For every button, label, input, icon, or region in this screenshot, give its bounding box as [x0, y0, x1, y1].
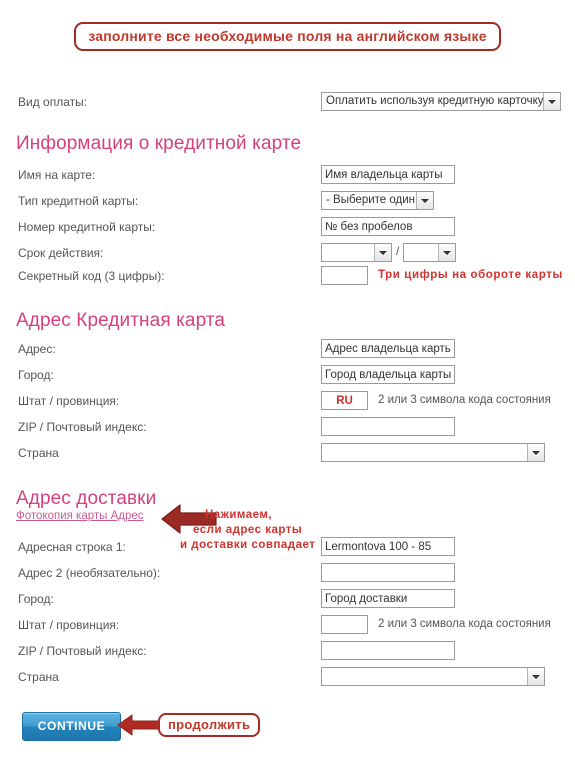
continue-left-arrow-icon	[116, 711, 162, 739]
billing-country-select-wrapper	[321, 443, 545, 462]
card-cvv-row: Секретный код (3 цифры): Три цифры на об…	[0, 266, 575, 292]
shipping-state-label: Штат / провинция:	[18, 618, 120, 632]
chevron-down-icon	[543, 93, 560, 110]
shipping-state-input[interactable]	[321, 615, 368, 634]
card-type-row: Тип кредитной карты: - Выберите один -	[0, 191, 575, 217]
billing-state-row: Штат / провинция: 2 или 3 символа кода с…	[0, 391, 575, 417]
shipping-state-hint: 2 или 3 символа кода состояния	[378, 618, 551, 630]
shipping-city-label: Город:	[18, 592, 54, 606]
shipping-country-label: Страна	[18, 670, 59, 684]
shipping-city-input-wrapper	[321, 589, 455, 608]
language-notice-banner: заполните все необходимые поля на англий…	[0, 22, 575, 51]
billing-country-label: Страна	[18, 446, 59, 460]
shipping-city-input[interactable]	[321, 589, 455, 608]
billing-zip-input[interactable]	[321, 417, 455, 436]
shipping-state-row: Штат / провинция: 2 или 3 символа кода с…	[0, 615, 575, 641]
billing-zip-input-wrapper	[321, 417, 455, 436]
shipping-zip-input[interactable]	[321, 641, 455, 660]
card-expiry-label: Срок действия:	[18, 246, 104, 260]
copy-address-annotation-line1: Нажимаем,	[205, 509, 273, 521]
copy-card-address-link[interactable]: Фотокопия карты Адрес	[16, 510, 144, 522]
billing-zip-row: ZIP / Почтовый индекс:	[0, 417, 575, 443]
card-number-row: Номер кредитной карты:	[0, 217, 575, 243]
continue-annotation: продолжить	[158, 713, 261, 737]
card-cvv-input-wrapper	[321, 266, 368, 285]
card-type-label: Тип кредитной карты:	[18, 194, 139, 208]
billing-address-heading: Адрес Кредитная карта	[16, 310, 226, 331]
shipping-address-heading: Адрес доставки	[16, 488, 157, 509]
copy-address-annotation-line2: если адрес карты	[193, 524, 303, 536]
card-number-input[interactable]	[321, 217, 455, 236]
card-type-select-value: - Выберите один -	[326, 194, 423, 206]
shipping-country-select-wrapper	[321, 667, 545, 686]
card-cvv-hint: Три цифры на обороте карты	[378, 269, 563, 281]
card-name-row: Имя на карте:	[0, 165, 575, 191]
card-expiry-month-select-wrapper	[321, 243, 392, 262]
billing-address-input[interactable]	[321, 339, 455, 358]
shipping-zip-label: ZIP / Почтовый индекс:	[18, 644, 147, 658]
chevron-down-icon	[438, 244, 455, 261]
billing-city-input[interactable]	[321, 365, 455, 384]
shipping-address2-input[interactable]	[321, 563, 455, 582]
payment-type-select[interactable]: Оплатить используя кредитную карточку	[321, 92, 561, 111]
billing-address-row: Адрес:	[0, 339, 575, 365]
language-notice-text: заполните все необходимые поля на англий…	[74, 22, 501, 51]
payment-type-label: Вид оплаты:	[18, 95, 88, 109]
payment-type-select-value: Оплатить используя кредитную карточку	[326, 95, 544, 107]
card-name-input[interactable]	[321, 165, 455, 184]
card-expiry-year-select[interactable]	[403, 243, 456, 262]
card-number-input-wrapper	[321, 217, 455, 236]
billing-address-input-wrapper	[321, 339, 455, 358]
chevron-down-icon	[527, 668, 544, 685]
payment-type-row: Вид оплаты: Оплатить используя кредитную…	[0, 92, 575, 118]
shipping-country-select[interactable]	[321, 667, 545, 686]
shipping-address1-row: Адресная строка 1:	[0, 537, 575, 563]
billing-country-select[interactable]	[321, 443, 545, 462]
shipping-address1-label: Адресная строка 1:	[18, 540, 126, 554]
billing-state-input-wrapper	[321, 391, 368, 410]
card-type-select[interactable]: - Выберите один -	[321, 191, 434, 210]
shipping-address1-input[interactable]	[321, 537, 455, 556]
shipping-address2-row: Адрес 2 (необязательно):	[0, 563, 575, 589]
card-cvv-label: Секретный код (3 цифры):	[18, 269, 165, 283]
continue-button[interactable]: CONTINUE	[22, 712, 121, 741]
billing-state-label: Штат / провинция:	[18, 394, 120, 408]
card-cvv-input[interactable]	[321, 266, 368, 285]
shipping-address2-input-wrapper	[321, 563, 455, 582]
shipping-country-row: Страна	[0, 667, 575, 693]
chevron-down-icon	[416, 192, 433, 209]
billing-country-row: Страна	[0, 443, 575, 469]
shipping-zip-row: ZIP / Почтовый индекс:	[0, 641, 575, 667]
billing-city-row: Город:	[0, 365, 575, 391]
billing-city-input-wrapper	[321, 365, 455, 384]
shipping-city-row: Город:	[0, 589, 575, 615]
shipping-address2-label: Адрес 2 (необязательно):	[18, 566, 161, 580]
card-type-select-wrapper: - Выберите один -	[321, 191, 434, 210]
chevron-down-icon	[374, 244, 391, 261]
chevron-down-icon	[527, 444, 544, 461]
billing-address-label: Адрес:	[18, 342, 56, 356]
billing-state-input[interactable]	[321, 391, 368, 410]
payment-type-select-wrapper: Оплатить используя кредитную карточку	[321, 92, 561, 111]
billing-city-label: Город:	[18, 368, 54, 382]
card-expiry-year-select-wrapper	[403, 243, 456, 262]
shipping-zip-input-wrapper	[321, 641, 455, 660]
card-info-heading: Информация о кредитной карте	[16, 133, 302, 154]
shipping-state-input-wrapper	[321, 615, 368, 634]
shipping-address1-input-wrapper	[321, 537, 455, 556]
card-expiry-month-select[interactable]	[321, 243, 392, 262]
billing-zip-label: ZIP / Почтовый индекс:	[18, 420, 147, 434]
expiry-separator: /	[396, 244, 400, 258]
card-name-label: Имя на карте:	[18, 168, 96, 182]
billing-state-hint: 2 или 3 символа кода состояния	[378, 394, 551, 406]
card-name-input-wrapper	[321, 165, 455, 184]
card-number-label: Номер кредитной карты:	[18, 220, 156, 234]
